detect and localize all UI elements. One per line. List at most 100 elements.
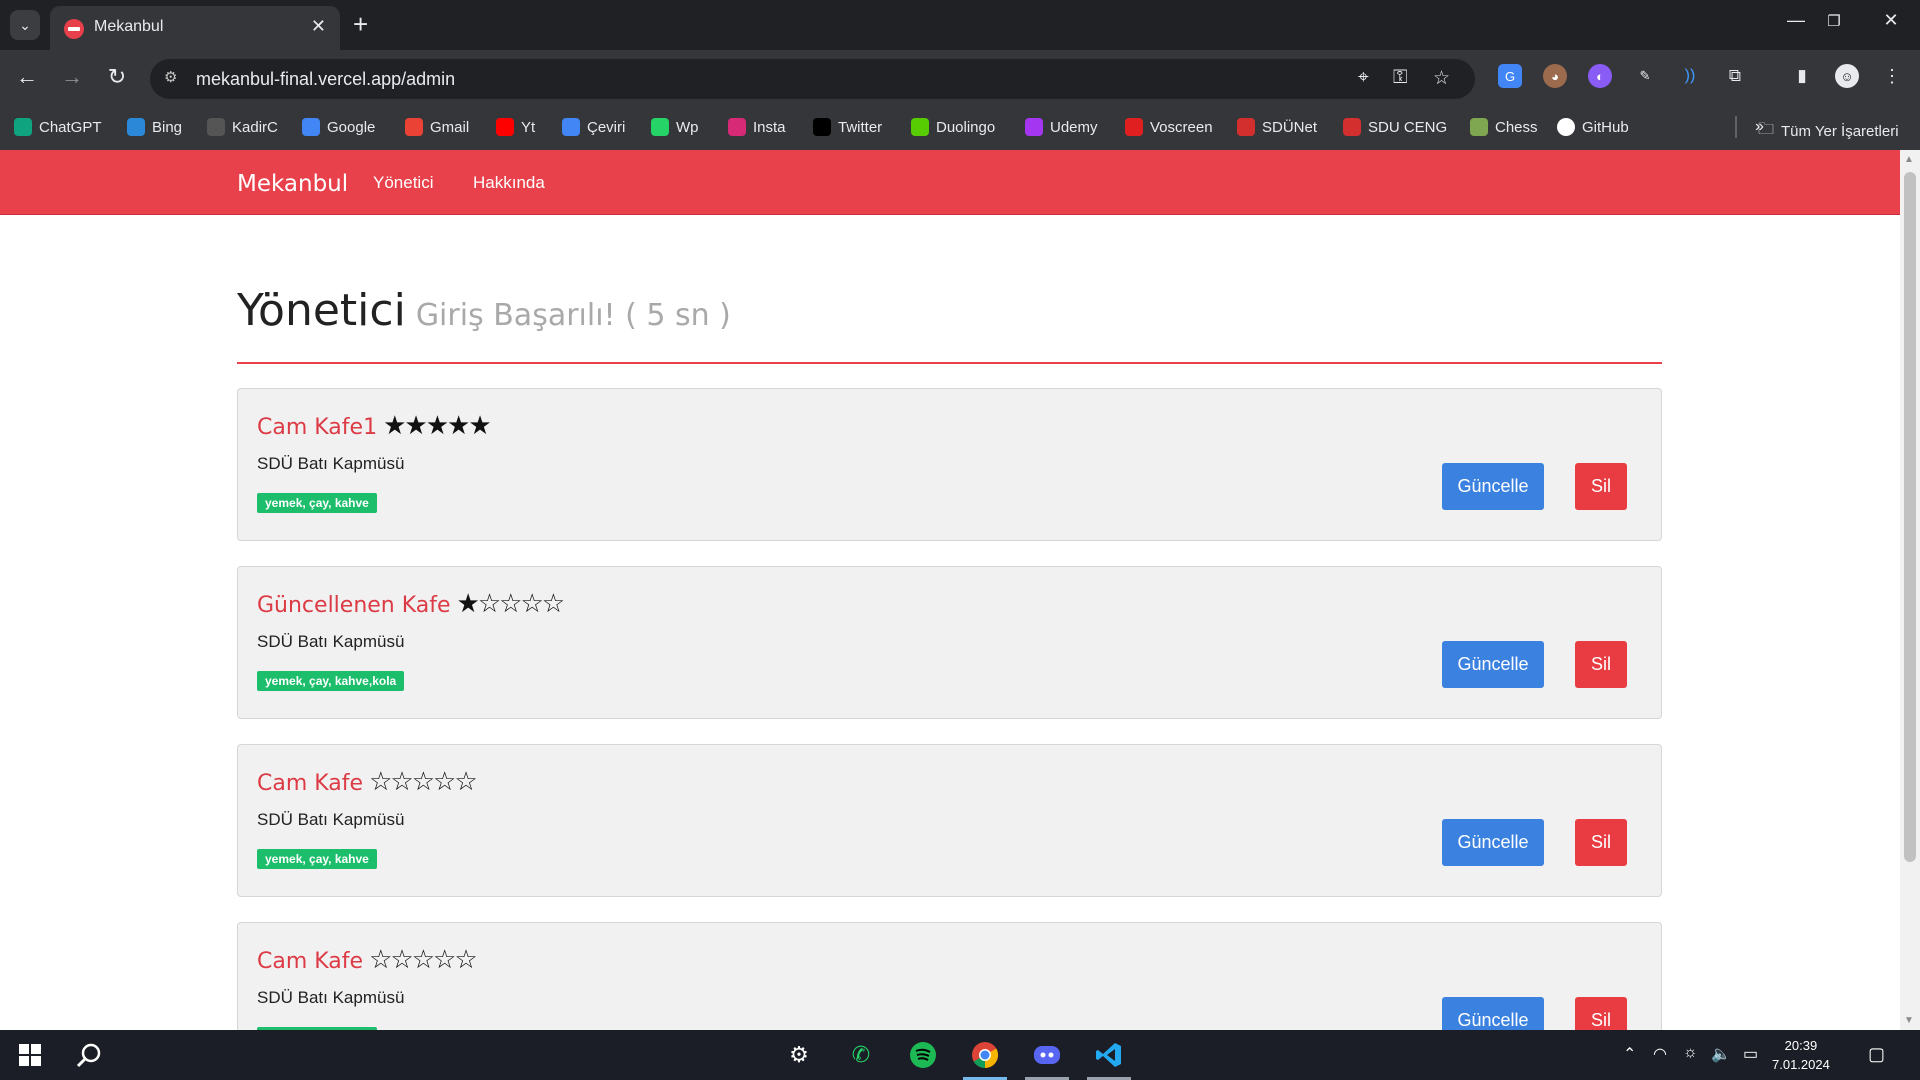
- bookmark-favicon-icon: [127, 118, 145, 136]
- scrollbar-thumb[interactable]: [1904, 172, 1916, 862]
- scroll-down-icon[interactable]: ▼: [1904, 1015, 1914, 1026]
- bookmark-favicon-icon: [1237, 118, 1255, 136]
- place-name[interactable]: Güncellenen Kafe: [257, 593, 451, 618]
- chrome-icon[interactable]: [970, 1040, 1000, 1070]
- bookmark-çeviri[interactable]: Çeviri: [562, 118, 625, 136]
- network-icon[interactable]: ◠: [1653, 1044, 1667, 1064]
- star-rating: ☆☆☆☆☆: [369, 945, 478, 975]
- whatsapp-icon[interactable]: ✆: [846, 1040, 876, 1070]
- place-address: SDÜ Batı Kapmüsü: [257, 810, 405, 829]
- update-button[interactable]: Güncelle: [1442, 463, 1544, 510]
- bookmark-label: Voscreen: [1150, 118, 1213, 136]
- update-button[interactable]: Güncelle: [1442, 997, 1544, 1030]
- bookmark-kadirc[interactable]: KadirC: [207, 118, 278, 136]
- tray-chevron-up-icon[interactable]: ⌃: [1623, 1044, 1636, 1064]
- bookmark-favicon-icon: [562, 118, 580, 136]
- profile-avatar-icon[interactable]: ☺: [1835, 64, 1859, 88]
- bookmark-star-icon[interactable]: ☆: [1433, 67, 1450, 90]
- browser-toolbar: ← → ↻ ⚙ mekanbul-final.vercel.app/admin …: [0, 50, 1920, 108]
- audio-extension-icon[interactable]: )): [1678, 64, 1702, 88]
- bookmark-udemy[interactable]: Udemy: [1025, 118, 1098, 136]
- volume-icon[interactable]: 🔈: [1711, 1044, 1731, 1064]
- place-name[interactable]: Cam Kafe1: [257, 415, 377, 440]
- bookmark-label: KadirC: [232, 118, 278, 136]
- nav-link-admin[interactable]: Yönetici: [373, 173, 433, 193]
- bookmark-label: Gmail: [430, 118, 470, 136]
- extensions-puzzle-icon[interactable]: ⧉: [1723, 64, 1747, 88]
- delete-button[interactable]: Sil: [1575, 819, 1627, 866]
- close-tab-icon[interactable]: ✕: [311, 16, 326, 37]
- new-tab-button[interactable]: +: [353, 10, 368, 38]
- address-bar[interactable]: ⚙ mekanbul-final.vercel.app/admin ⌖ ⚿ ☆: [150, 59, 1475, 99]
- tab-bar: ⌄ Mekanbul ✕ + — ❐ ✕: [0, 0, 1920, 50]
- bookmark-favicon-icon: [1557, 118, 1575, 136]
- bookmark-gmail[interactable]: Gmail: [405, 118, 469, 136]
- place-name[interactable]: Cam Kafe: [257, 771, 363, 796]
- search-icon[interactable]: [74, 1040, 104, 1070]
- delete-button[interactable]: Sil: [1575, 463, 1627, 510]
- tab-search-button[interactable]: ⌄: [10, 10, 40, 40]
- extension-avatar-icon[interactable]: ◕: [1543, 64, 1567, 88]
- bookmark-google[interactable]: Google: [302, 118, 375, 136]
- brightness-icon[interactable]: ☼: [1683, 1044, 1698, 1062]
- reload-icon[interactable]: ↻: [102, 64, 132, 90]
- bookmark-yt[interactable]: Yt: [496, 118, 535, 136]
- bookmark-label: Insta: [753, 118, 786, 136]
- active-tab[interactable]: Mekanbul ✕: [50, 6, 340, 50]
- url-text[interactable]: mekanbul-final.vercel.app/admin: [196, 69, 455, 90]
- page-scrollbar[interactable]: ▲ ▼: [1900, 150, 1920, 1030]
- password-key-icon[interactable]: ⚿: [1393, 67, 1407, 89]
- bookmark-bing[interactable]: Bing: [127, 118, 182, 136]
- bookmark-sdu-ceng[interactable]: SDU CENG: [1343, 118, 1447, 136]
- update-button[interactable]: Güncelle: [1442, 641, 1544, 688]
- discord-icon[interactable]: [1032, 1040, 1062, 1070]
- scroll-up-icon[interactable]: ▲: [1904, 154, 1914, 165]
- bookmark-label: Wp: [676, 118, 699, 136]
- back-arrow-icon[interactable]: ←: [12, 64, 42, 90]
- nav-link-about[interactable]: Hakkında: [473, 173, 545, 193]
- bookmark-favicon-icon: [207, 118, 225, 136]
- place-name[interactable]: Cam Kafe: [257, 949, 363, 974]
- windows-start-icon[interactable]: [15, 1040, 45, 1070]
- menu-kebab-icon[interactable]: ⋮: [1880, 64, 1904, 88]
- translate-extension-icon[interactable]: G: [1498, 64, 1522, 88]
- bookmark-label: Çeviri: [587, 118, 626, 136]
- bookmark-twitter[interactable]: Twitter: [813, 118, 882, 136]
- location-icon[interactable]: ⌖: [1358, 67, 1369, 89]
- bookmark-favicon-icon: [1470, 118, 1488, 136]
- site-brand[interactable]: Mekanbul: [237, 171, 348, 197]
- bookmark-github[interactable]: GitHub: [1557, 118, 1629, 136]
- forward-arrow-icon[interactable]: →: [57, 64, 87, 90]
- bookmark-label: Chess: [1495, 118, 1538, 136]
- system-clock[interactable]: 20:39 7.01.2024: [1772, 1036, 1830, 1074]
- window-close-icon[interactable]: ✕: [1871, 10, 1911, 31]
- vscode-icon[interactable]: [1094, 1040, 1124, 1070]
- bookmark-label: Bing: [152, 118, 183, 136]
- minimize-icon[interactable]: —: [1776, 10, 1816, 31]
- bookmark-wp[interactable]: Wp: [651, 118, 699, 136]
- side-panel-icon[interactable]: ▮: [1790, 64, 1814, 88]
- settings-gear-icon[interactable]: ⚙: [784, 1040, 814, 1070]
- delete-button[interactable]: Sil: [1575, 997, 1627, 1030]
- spotify-icon[interactable]: [908, 1040, 938, 1070]
- bookmark-sdünet[interactable]: SDÜNet: [1237, 118, 1317, 136]
- eyedropper-extension-icon[interactable]: ✎: [1633, 64, 1657, 88]
- bookmark-favicon-icon: [651, 118, 669, 136]
- bookmark-chess[interactable]: Chess: [1470, 118, 1538, 136]
- bookmark-duolingo[interactable]: Duolingo: [911, 118, 995, 136]
- update-button[interactable]: Güncelle: [1442, 819, 1544, 866]
- restore-icon[interactable]: ❐: [1814, 12, 1854, 30]
- site-navbar: Mekanbul Yönetici Hakkında: [0, 150, 1900, 215]
- bookmark-chatgpt[interactable]: ChatGPT: [14, 118, 102, 136]
- bookmark-voscreen[interactable]: Voscreen: [1125, 118, 1213, 136]
- bookmark-favicon-icon: [302, 118, 320, 136]
- notifications-icon[interactable]: ▢: [1868, 1044, 1885, 1065]
- site-info-icon[interactable]: ⚙: [164, 68, 177, 86]
- all-bookmarks-label: Tüm Yer İşaretleri: [1781, 123, 1899, 140]
- all-bookmarks-folder[interactable]: 🗀 Tüm Yer İşaretleri: [1758, 118, 1899, 145]
- bookmark-insta[interactable]: Insta: [728, 118, 786, 136]
- battery-icon[interactable]: ▭: [1743, 1044, 1758, 1064]
- extension-purple-icon[interactable]: ◐: [1588, 64, 1612, 88]
- delete-button[interactable]: Sil: [1575, 641, 1627, 688]
- place-card: Cam Kafe☆☆☆☆☆SDÜ Batı Kapmüsüyemek, çay,…: [237, 922, 1662, 1030]
